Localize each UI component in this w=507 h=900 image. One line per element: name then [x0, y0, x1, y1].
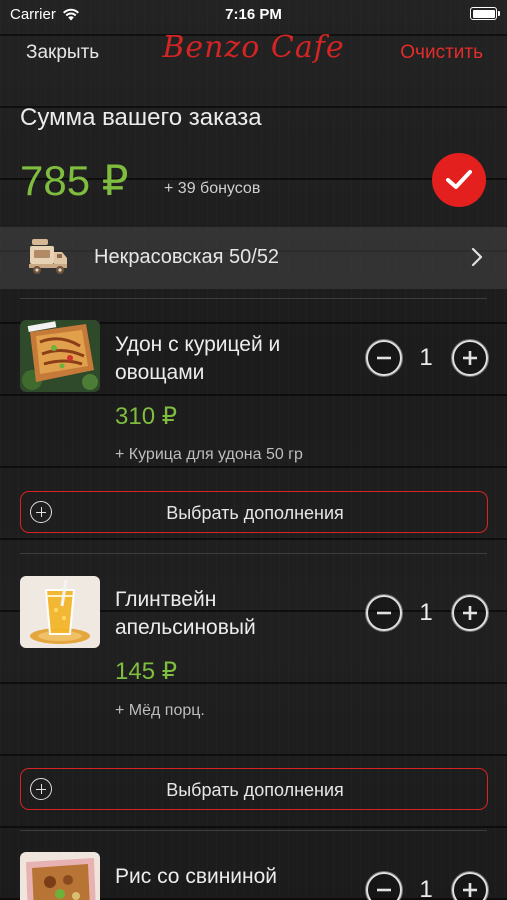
choose-addons-button[interactable]: Выбрать дополнения [20, 768, 488, 810]
item-name: Удон с курицей и овощами [115, 333, 281, 384]
status-bar: Carrier 7:16 PM [0, 0, 507, 28]
decrease-quantity-button[interactable] [365, 339, 403, 377]
item-price: 145 ₽ [115, 658, 177, 685]
cart-item: Удон с курицей и овощами 310 ₽ + Курица … [0, 298, 507, 553]
delivery-address-row[interactable]: Некрасовская 50/52 [0, 227, 507, 289]
item-addon: + Мёд порц. [115, 702, 205, 719]
item-price: 310 ₽ [115, 403, 177, 430]
order-total-title: Сумма вашего заказа [20, 104, 262, 131]
plus-icon [463, 883, 477, 897]
chevron-right-icon [471, 247, 483, 272]
battery-icon [470, 7, 500, 20]
minus-icon [377, 356, 391, 360]
item-quantity: 1 [419, 344, 433, 371]
bonus-text: + 39 бонусов [164, 180, 261, 197]
plus-icon [463, 351, 477, 365]
plus-icon [463, 606, 477, 620]
choose-addons-label: Выбрать дополнения [166, 503, 344, 523]
clear-button[interactable]: Очистить [400, 42, 483, 64]
item-addon: + Курица для удона 50 гр [115, 446, 303, 463]
item-name: Глинтвейн апельсиновый [115, 588, 256, 639]
cart-item: Рис со свининой 1 [0, 830, 507, 900]
checkmark-icon [446, 170, 472, 189]
increase-quantity-button[interactable] [451, 339, 489, 377]
minus-icon [377, 888, 391, 892]
choose-addons-label: Выбрать дополнения [166, 780, 344, 800]
delivery-address: Некрасовская 50/52 [94, 246, 280, 268]
delivery-truck-icon [26, 238, 70, 283]
item-quantity: 1 [419, 599, 433, 626]
item-quantity: 1 [419, 876, 433, 900]
decrease-quantity-button[interactable] [365, 594, 403, 632]
cart-item: Глинтвейн апельсиновый 145 ₽ + Мёд порц.… [0, 553, 507, 830]
increase-quantity-button[interactable] [451, 594, 489, 632]
nav-bar: Закрыть Benzo Cafe Очистить [0, 28, 507, 78]
choose-addons-button[interactable]: Выбрать дополнения [20, 491, 488, 533]
minus-icon [377, 611, 391, 615]
item-image-udon [20, 320, 100, 392]
decrease-quantity-button[interactable] [365, 871, 403, 900]
status-time: 7:16 PM [225, 6, 282, 23]
confirm-order-button[interactable] [432, 153, 486, 207]
item-image-pork-rice [20, 852, 100, 900]
increase-quantity-button[interactable] [451, 871, 489, 900]
item-name: Рис со свининой [115, 865, 278, 888]
item-image-mulled-wine [20, 576, 100, 648]
order-total-amount: 785 ₽ [20, 157, 129, 204]
